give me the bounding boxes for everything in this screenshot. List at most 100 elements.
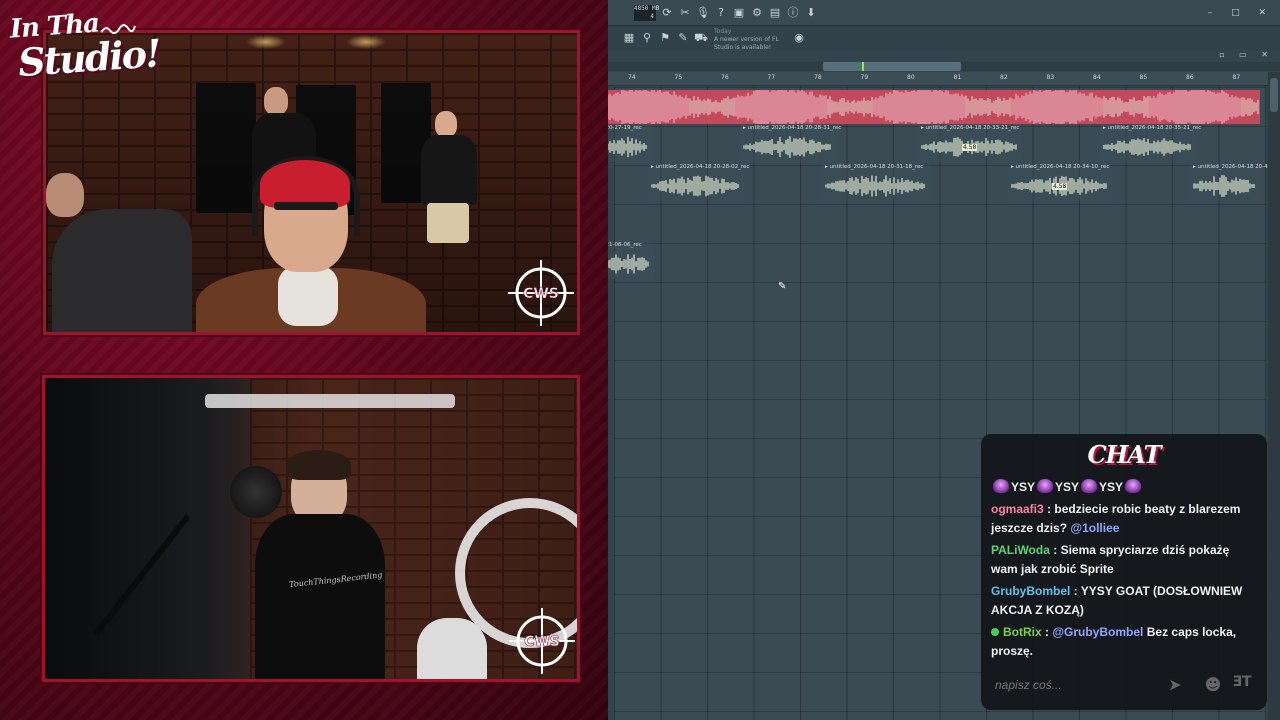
news-panel[interactable]: Today A newer version of FL Studio is av… xyxy=(714,28,790,52)
audio-clip[interactable]: ▸ untitled_2026-04-18 20-33-21_rec 4.58 xyxy=(918,124,1022,162)
emoji-icon[interactable]: ☻ xyxy=(1202,674,1224,696)
playhead-marker[interactable] xyxy=(862,62,864,71)
refresh-icon[interactable]: ⟳ xyxy=(660,6,674,20)
ruler-tick: 82 xyxy=(1000,74,1008,81)
clip-label: ▸ 21-06-06_rec xyxy=(608,242,642,248)
ruler-tick: 84 xyxy=(1093,74,1101,81)
chat-username[interactable]: PALiWoda xyxy=(991,543,1050,557)
chat-text: YSY xyxy=(1099,480,1124,494)
chat-message: PALiWoda : Siema spryciarze dziś pokażę … xyxy=(991,543,1230,576)
memory-readout: 4850 MB 4 xyxy=(634,5,660,21)
cart-icon[interactable]: ⛟ xyxy=(694,31,708,45)
chat-message: BotRix : @GrubyBombel Bez caps locka, pr… xyxy=(991,625,1237,658)
paint-icon[interactable]: ✎ xyxy=(676,31,690,45)
browser-icon[interactable]: ▦ xyxy=(622,31,636,45)
chat-input-bar: ➤ ☻ ƎT xyxy=(989,668,1259,702)
logo-line2: Studio! xyxy=(16,30,162,86)
audio-clip[interactable]: ▸ 20-27-19_rec xyxy=(608,124,652,162)
logo-squiggle-icon xyxy=(100,24,136,35)
clip-waveform xyxy=(743,136,831,158)
clip-waveform xyxy=(608,254,649,274)
ruler-tick: 86 xyxy=(1186,74,1194,81)
master-audio-clip[interactable] xyxy=(608,90,1260,124)
clip-waveform xyxy=(1193,175,1255,197)
audio-clip[interactable]: ▸ untitled_2026-04-18 20-43-36_rec xyxy=(1190,163,1280,201)
chat-messages: YSY YSY YSY ogmaafi3 : bedziecie robic beat… xyxy=(991,478,1257,664)
audio-clip[interactable]: ▸ 21-06-06_rec xyxy=(608,241,654,279)
secondary-toolbar: ▦ ⚲ ⚑ ✎ ⛟ Today A newer version of FL St… xyxy=(608,26,1280,52)
emote-icon xyxy=(1037,479,1054,493)
ruler-tick: 83 xyxy=(1046,74,1055,81)
window-controls[interactable]: – □ ✕ xyxy=(1208,8,1274,18)
chat-message: ogmaafi3 : bedziecie robic beaty z blare… xyxy=(991,502,1241,535)
chat-mention[interactable]: @1olliee xyxy=(1067,521,1119,535)
timeline-scroll-thumb[interactable] xyxy=(823,62,961,71)
ruler-tick: 79 xyxy=(860,74,869,81)
cws-watermark-icon: CWS xyxy=(508,260,574,326)
ruler-tick: 77 xyxy=(767,74,776,81)
stream-overlay: In Tha Studio! CWS TouchThingsRecording … xyxy=(0,0,608,720)
clip-label: ▸ untitled_2026-04-18 20-34-10_rec xyxy=(1011,164,1110,170)
chat-message: YSY YSY YSY xyxy=(991,478,1257,497)
audio-clip[interactable]: ▸ untitled_2026-04-18 20-35-21_rec xyxy=(1100,124,1201,162)
pin-icon[interactable]: ⚲ xyxy=(640,31,654,45)
audio-clip[interactable]: ▸ untitled_2026-04-18 20-34-10_rec 4.58 xyxy=(1008,163,1112,201)
audio-clip[interactable]: ▸ untitled_2026-04-18 20-31-18_rec xyxy=(822,163,930,201)
ruler-tick: 80 xyxy=(907,74,915,81)
save-icon[interactable]: ▣ xyxy=(732,6,746,20)
chat-username[interactable]: GrubyBombel xyxy=(991,584,1070,598)
cut-icon[interactable]: ✂ xyxy=(678,6,692,20)
chat-mention[interactable]: @GrubyBombel xyxy=(1052,625,1146,639)
chat-username[interactable]: ogmaafi3 xyxy=(991,502,1044,516)
clip-label: ▸ untitled_2026-04-18 20-31-18_rec xyxy=(825,164,924,170)
emote-icon xyxy=(993,479,1009,493)
clip-waveform xyxy=(825,175,925,197)
chat-username[interactable]: BotRix xyxy=(1003,625,1042,639)
ruler-tick: 75 xyxy=(674,74,683,81)
clip-label: ▸ untitled_2026-04-18 20-35-21_rec xyxy=(1103,125,1202,131)
clip-badge: 4.58 xyxy=(962,144,978,151)
vertical-scrollbar[interactable] xyxy=(1268,72,1280,720)
ruler-tick: 81 xyxy=(953,74,962,81)
playlist-window-controls[interactable]: ▫ ▭ ✕ xyxy=(1219,50,1274,59)
timeline-ruler[interactable]: 74 75 76 77 78 79 80 81 82 83 84 85 86 87 xyxy=(608,72,1280,86)
cws-watermark-text: CWS xyxy=(523,286,559,302)
mouse-cursor-icon: ✎ xyxy=(778,281,787,292)
news-today: Today xyxy=(714,28,732,35)
in-tha-studio-logo: In Tha Studio! xyxy=(9,6,162,110)
ruler-tick: 74 xyxy=(628,74,636,81)
ruler-tick: 76 xyxy=(721,74,729,81)
mic-icon[interactable]: 🎙 xyxy=(696,6,710,20)
clip-label: ▸ untitled_2026-04-18 20-28-02_rec xyxy=(651,164,750,170)
clip-label: ▸ untitled_2026-04-18 20-28-31_rec xyxy=(743,125,842,131)
export-icon[interactable]: ▤ xyxy=(768,6,782,20)
cws-watermark-text: CWS xyxy=(524,634,560,650)
chat-text: YSY xyxy=(1055,480,1080,494)
ruler-tick: 85 xyxy=(1139,74,1148,81)
clip-badge: 4.58 xyxy=(1052,183,1068,190)
vertical-scroll-thumb[interactable] xyxy=(1270,78,1278,112)
audio-clip[interactable]: ▸ untitled_2026-04-18 20-28-31_rec xyxy=(740,124,841,162)
plugin-icon[interactable]: ⚙ xyxy=(750,6,764,20)
ruler-tick: 87 xyxy=(1232,74,1241,81)
ruler-tick: 78 xyxy=(814,74,822,81)
chat-message: GrubyBombel : YYSY GOAT (DOSŁOWNIEW AKCJ… xyxy=(991,584,1243,617)
clip-label: ▸ untitled_2026-04-18 20-43-36_rec xyxy=(1193,164,1280,170)
help-icon[interactable]: ? xyxy=(714,6,728,20)
send-icon[interactable]: ➤ xyxy=(1164,674,1186,696)
wand-icon[interactable]: ⚑ xyxy=(658,31,672,45)
update-icon[interactable]: ◉ xyxy=(792,31,806,45)
clip-waveform xyxy=(1103,138,1191,156)
clip-waveform xyxy=(608,136,647,158)
vocal-booth-camera-feed: TouchThingsRecording CWS xyxy=(42,375,580,682)
chat-widget: CHAT YSY YSY YSY ogmaafi3 : bedziecie robic… xyxy=(981,434,1267,710)
chat-input[interactable] xyxy=(989,672,1169,698)
audio-clip[interactable]: ▸ untitled_2026-04-18 20-28-02_rec xyxy=(648,163,749,201)
main-toolbar: 4850 MB 4 ⟳ ✂ 🎙 ? ▣ ⚙ ▤ ⓘ ⬇ – □ ✕ xyxy=(608,0,1280,26)
info-icon[interactable]: ⓘ xyxy=(786,6,800,20)
clip-waveform xyxy=(651,175,739,197)
bot-badge-icon xyxy=(991,628,999,636)
7tv-icon[interactable]: ƎT xyxy=(1231,674,1253,696)
download-icon[interactable]: ⬇ xyxy=(804,6,818,20)
clip-label: ▸ 20-27-19_rec xyxy=(608,125,642,131)
